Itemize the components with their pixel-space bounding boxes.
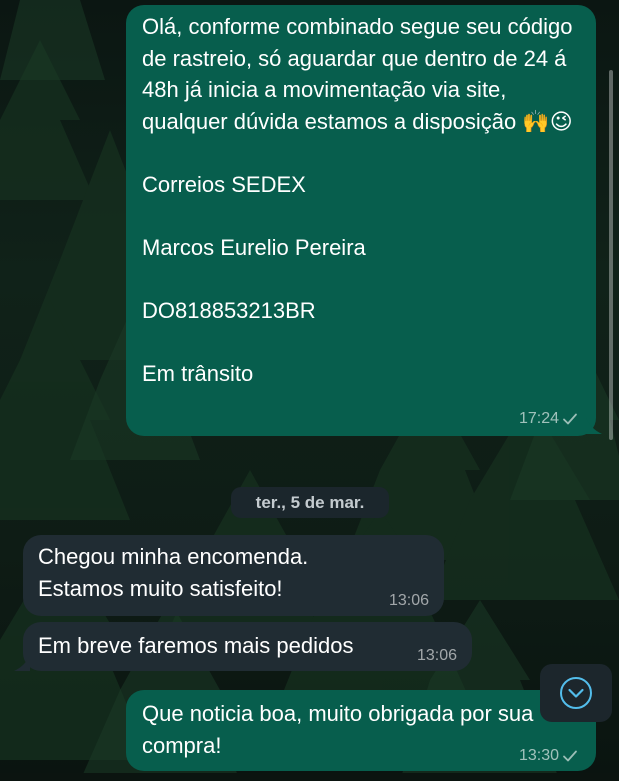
incoming-message[interactable]: Chegou minha encomenda. Estamos muito sa… xyxy=(23,535,444,616)
bubble-tail xyxy=(586,418,602,434)
scrollbar[interactable] xyxy=(609,70,613,440)
message-time: 13:06 xyxy=(389,592,429,610)
outgoing-message[interactable]: Que noticia boa, muito obrigada por sua … xyxy=(126,690,596,771)
message-time: 17:24 xyxy=(519,410,578,428)
message-time-label: 17:24 xyxy=(518,410,559,427)
date-separator-label: ter., 5 de mar. xyxy=(255,492,365,512)
message-time-label: 13:06 xyxy=(416,647,457,664)
bubble-tail xyxy=(14,655,30,671)
message-time-label: 13:30 xyxy=(518,747,559,764)
message-text: Em breve faremos mais pedidos xyxy=(38,633,354,658)
message-time-label: 13:06 xyxy=(388,592,429,609)
message-time: 13:06 xyxy=(417,647,457,665)
date-separator: ter., 5 de mar. xyxy=(231,487,389,518)
chat-area[interactable]: Olá, conforme combinado segue seu código… xyxy=(0,0,619,781)
message-text: Que noticia boa, muito obrigada por sua … xyxy=(142,701,534,758)
scroll-to-bottom-button[interactable] xyxy=(540,664,612,722)
check-icon xyxy=(563,750,577,762)
check-icon xyxy=(563,413,577,425)
message-text: Chegou minha encomenda. Estamos muito sa… xyxy=(38,544,309,601)
outgoing-message[interactable]: Olá, conforme combinado segue seu código… xyxy=(126,5,596,436)
message-time: 13:30 xyxy=(519,747,578,765)
incoming-message[interactable]: Em breve faremos mais pedidos 13:06 xyxy=(23,622,472,671)
chevron-down-circle-icon xyxy=(560,677,592,709)
message-text: Olá, conforme combinado segue seu código… xyxy=(142,14,573,386)
bottom-edge xyxy=(0,773,619,781)
